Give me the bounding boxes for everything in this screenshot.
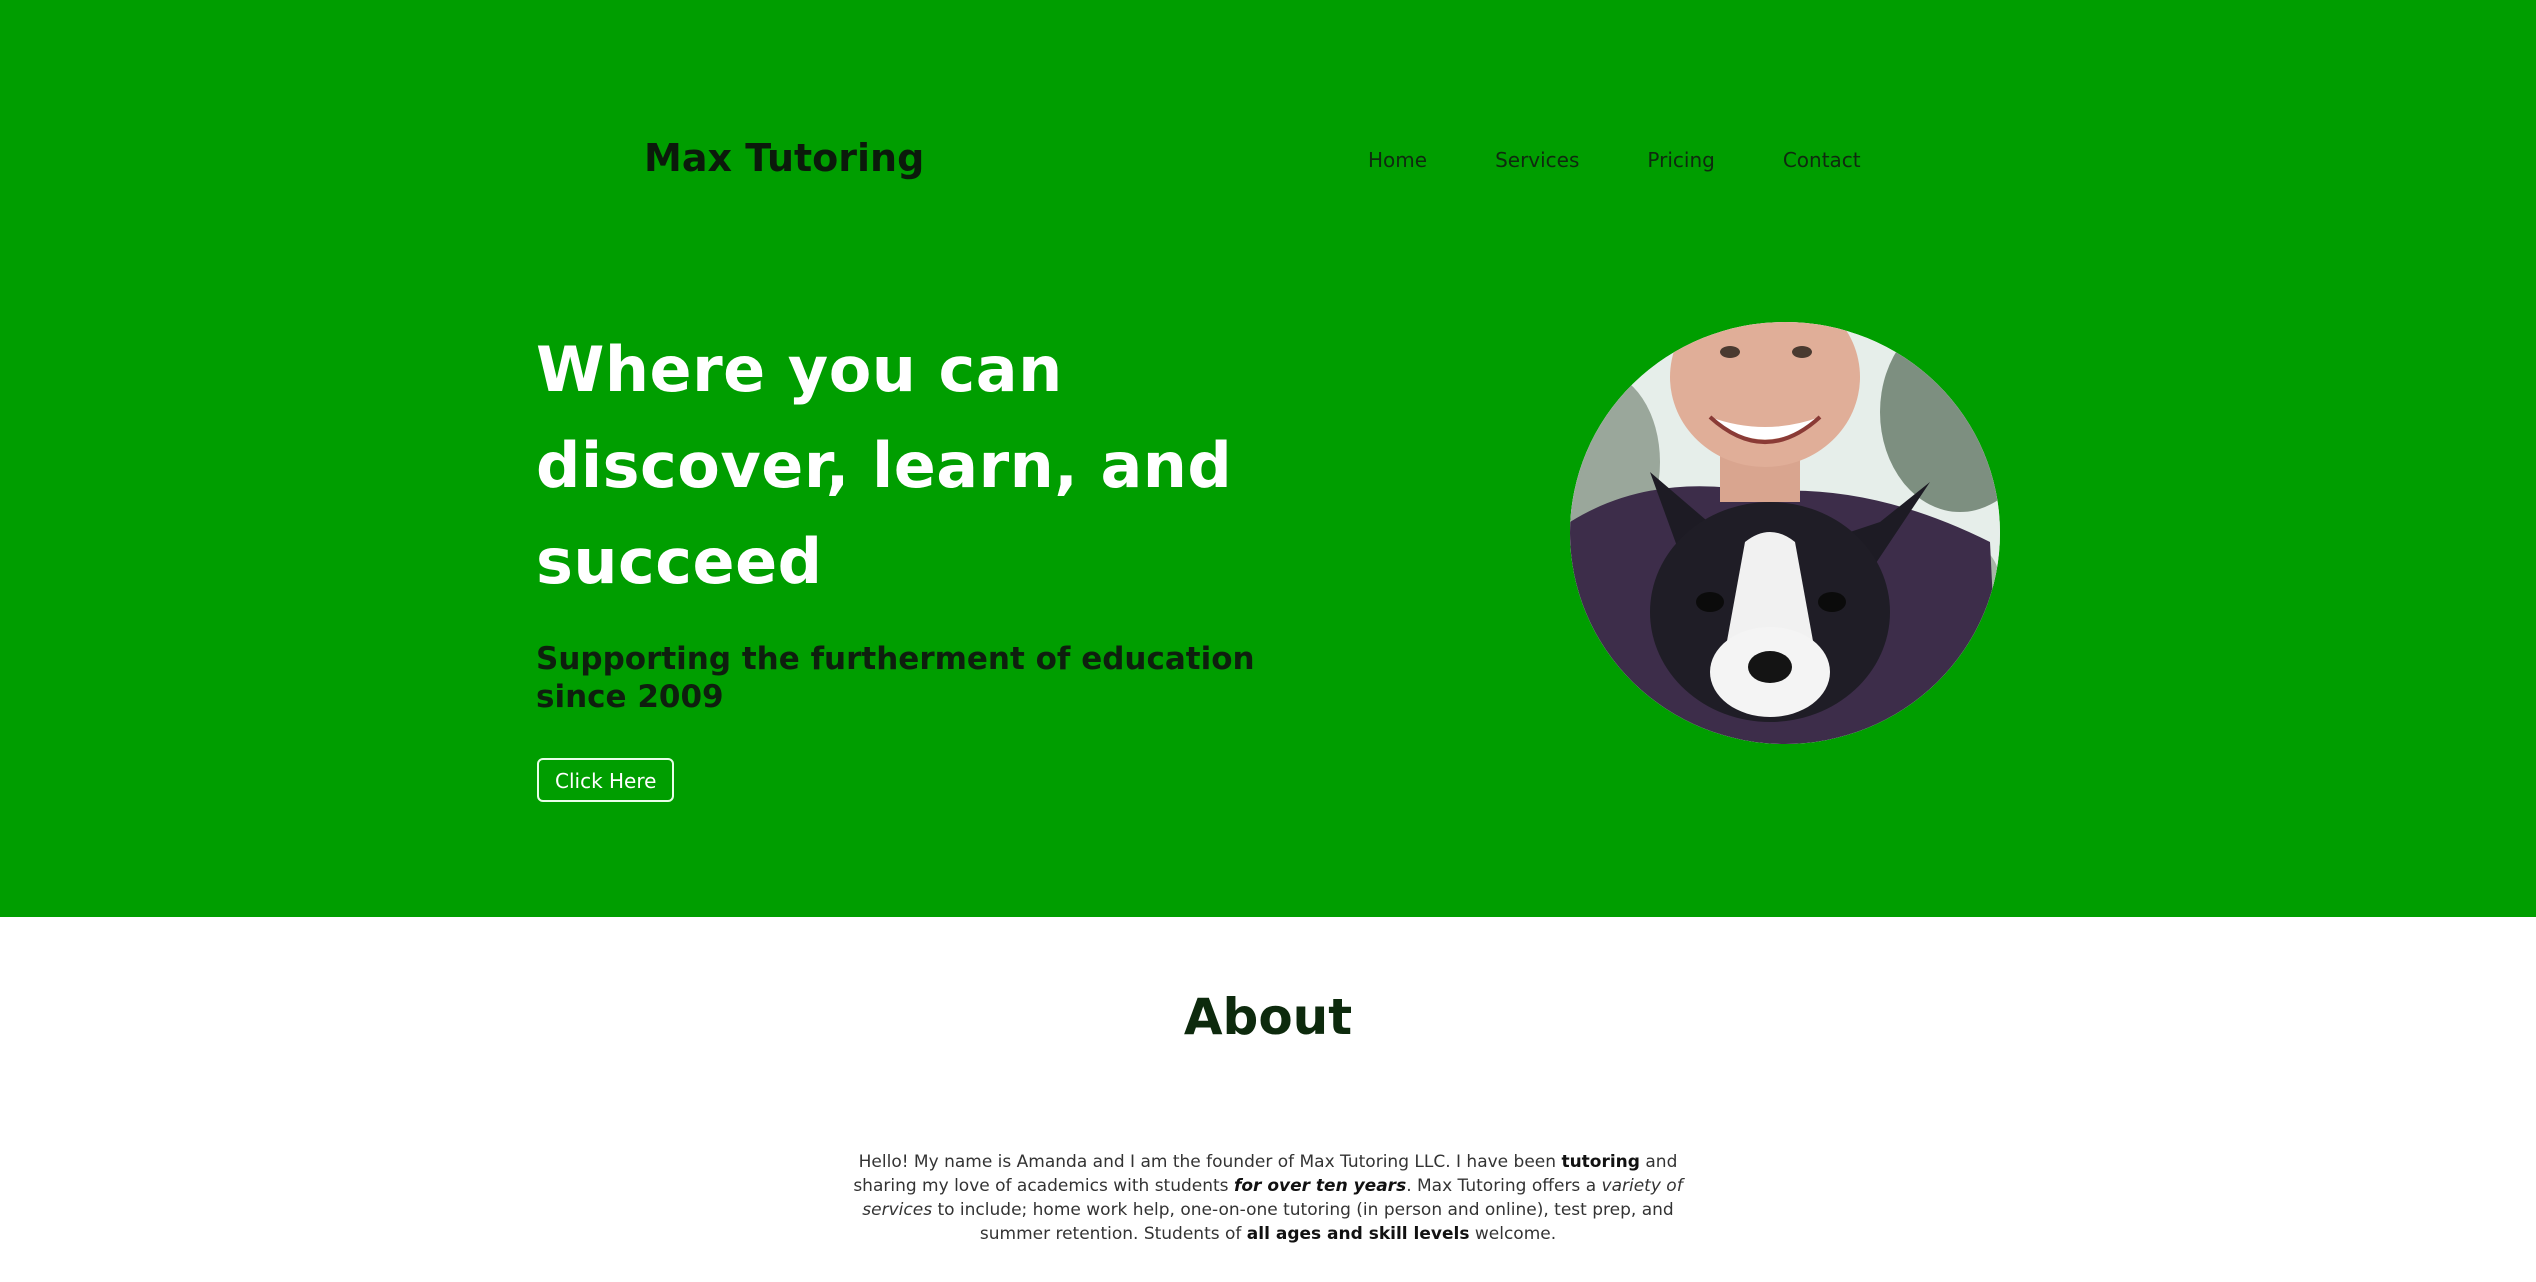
nav-home[interactable]: Home <box>1368 148 1427 172</box>
about-heading: About <box>1183 988 1353 1046</box>
nav-services[interactable]: Services <box>1495 148 1579 172</box>
founder-with-dog-photo-icon <box>1570 322 2000 744</box>
hero-headline: Where you can discover, learn, and succe… <box>536 333 1233 598</box>
click-here-button[interactable]: Click Here <box>537 758 675 802</box>
about-text-part: welcome. <box>1469 1224 1557 1244</box>
founder-photo <box>1570 322 2000 744</box>
brand-logo-text[interactable]: Max Tutoring <box>644 136 924 180</box>
about-text-part: all ages and skill levels <box>1246 1224 1470 1244</box>
about-text-part: Hello! My name is Amanda and I am the fo… <box>858 1152 1562 1172</box>
nav-pricing[interactable]: Pricing <box>1647 148 1714 172</box>
about-paragraph: Hello! My name is Amanda and I am the fo… <box>828 1150 1708 1246</box>
about-text-part: tutoring <box>1561 1152 1640 1172</box>
nav-contact[interactable]: Contact <box>1783 148 1861 172</box>
about-text-part: for over ten years <box>1233 1176 1407 1196</box>
hero-section: Max Tutoring Home Services Pricing Conta… <box>0 0 2536 917</box>
hero-subheadline: Supporting the furtherment of education … <box>536 641 1255 715</box>
main-nav: Home Services Pricing Contact <box>1368 148 1929 172</box>
about-text-part: . Max Tutoring offers a <box>1406 1176 1602 1196</box>
